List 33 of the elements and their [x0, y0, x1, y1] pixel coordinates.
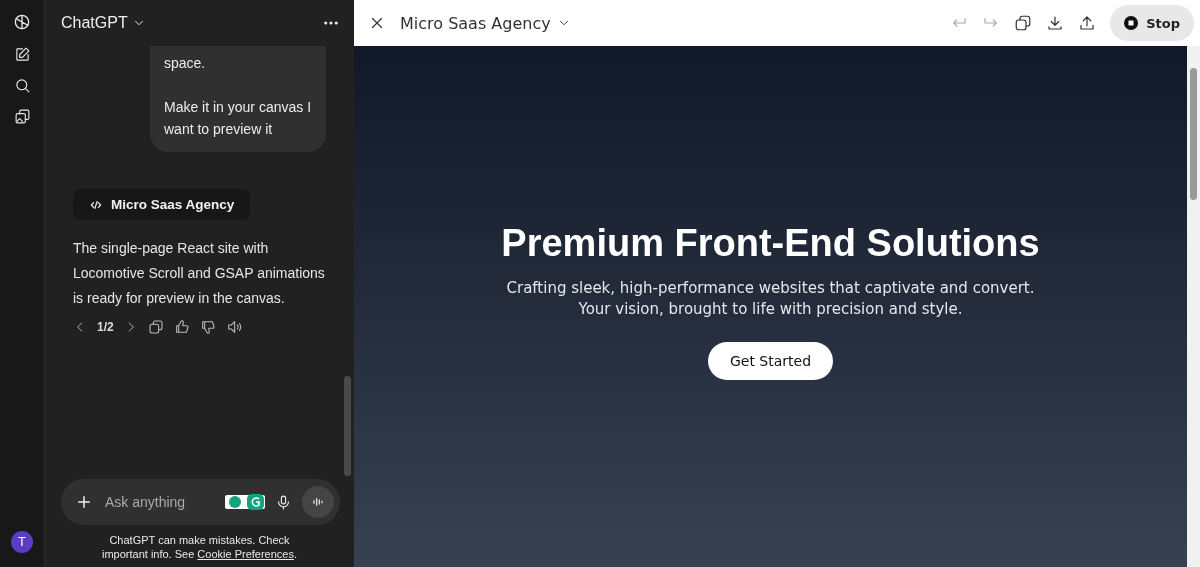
share-icon[interactable] — [1078, 14, 1097, 32]
download-icon[interactable] — [1046, 14, 1065, 32]
copy-icon[interactable] — [147, 319, 164, 335]
stop-icon — [1124, 16, 1139, 30]
get-started-button[interactable]: Get Started — [707, 342, 834, 380]
cookie-preferences-link[interactable]: Cookie Preferences — [197, 548, 294, 560]
plus-icon[interactable] — [75, 493, 93, 511]
hero-heading: Premium Front-End Solutions — [501, 222, 1040, 265]
extension-badges-icon[interactable] — [225, 493, 265, 511]
voice-button[interactable] — [302, 486, 334, 518]
hero-subtitle: Your vision, brought to life with precision and style. — [578, 300, 963, 318]
new-chat-icon[interactable] — [13, 46, 31, 63]
canvas-title[interactable]: Micro Saas Agency — [400, 13, 551, 33]
user-avatar[interactable]: T — [11, 531, 33, 553]
search-icon[interactable] — [13, 77, 31, 94]
logo-icon[interactable] — [12, 12, 32, 32]
stop-button[interactable]: Stop — [1110, 5, 1194, 41]
app-title[interactable]: ChatGPT — [61, 14, 128, 32]
scrollbar-thumb[interactable] — [344, 376, 351, 476]
speaker-icon[interactable] — [225, 319, 242, 335]
thumbs-up-icon[interactable] — [173, 319, 190, 335]
copy-icon[interactable] — [1014, 14, 1033, 32]
thumbs-down-icon[interactable] — [199, 319, 216, 335]
user-message: space. Make it in your canvas I want to preview it — [150, 46, 326, 152]
microphone-icon[interactable] — [275, 493, 292, 511]
images-icon[interactable] — [13, 108, 31, 125]
page-counter: 1/2 — [97, 320, 114, 334]
hero-subtitle: Crafting sleek, high-performance websites that captivate and convert. — [506, 279, 1035, 297]
message-input[interactable]: Ask anything — [103, 493, 215, 511]
canvas-chip[interactable]: Micro Saas Agency — [73, 189, 251, 220]
scrollbar-thumb[interactable] — [1190, 68, 1197, 200]
assistant-message: The single-page React site with Locomotive Scroll and GSAP animations is ready for preview in the canvas. — [73, 239, 326, 308]
disclaimer-text: ChatGPT can make mistakes. Check important info. See Cookie Preferences. — [100, 533, 299, 561]
